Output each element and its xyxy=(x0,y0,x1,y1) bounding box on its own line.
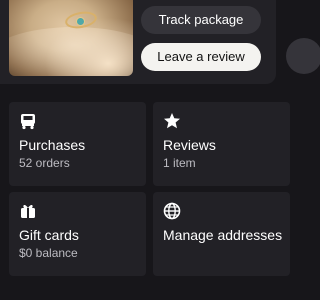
more-options-button[interactable] xyxy=(286,38,320,74)
gift-icon xyxy=(21,204,35,218)
truck-icon xyxy=(21,114,35,130)
star-icon xyxy=(164,113,180,129)
tile-purchases-count: 52 orders xyxy=(19,156,70,170)
tile-manage-addresses-label: Manage addresses xyxy=(163,227,283,243)
tile-gift-cards[interactable]: Gift cards $0 balance xyxy=(9,192,146,276)
tile-reviews-label: Reviews xyxy=(163,137,216,153)
ring-gem xyxy=(76,17,85,26)
tile-purchases[interactable]: Purchases 52 orders xyxy=(9,102,146,186)
product-image[interactable] xyxy=(9,0,133,76)
leave-review-button[interactable]: Leave a review xyxy=(141,43,261,71)
tile-purchases-label: Purchases xyxy=(19,137,86,153)
tile-gift-cards-balance: $0 balance xyxy=(19,246,78,260)
globe-icon xyxy=(163,202,181,220)
track-package-button[interactable]: Track package xyxy=(141,6,261,34)
tile-reviews[interactable]: Reviews 1 item xyxy=(153,102,290,186)
tile-gift-cards-label: Gift cards xyxy=(19,227,79,243)
tile-reviews-count: 1 item xyxy=(163,156,196,170)
tile-manage-addresses[interactable]: Manage addresses xyxy=(153,192,290,276)
fabric-highlight xyxy=(9,27,133,76)
